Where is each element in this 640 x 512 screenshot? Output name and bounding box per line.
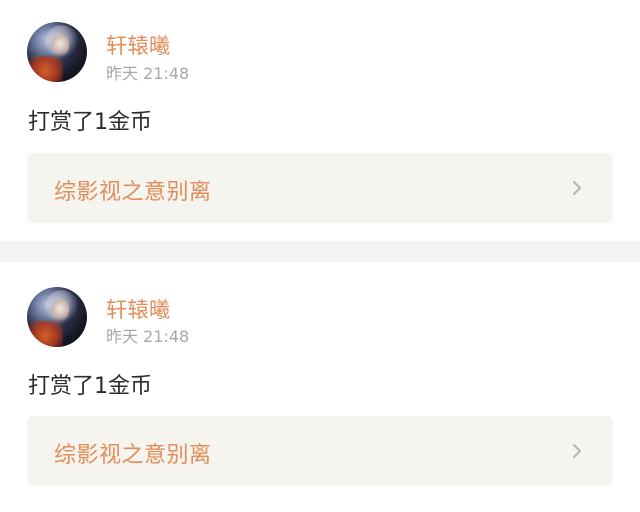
reward-action-text: 打赏了1金币 xyxy=(28,110,152,135)
avatar-face xyxy=(51,299,69,323)
book-title: 综影视之意别离 xyxy=(54,180,212,205)
avatar-glow xyxy=(27,56,63,82)
chevron-right-icon xyxy=(572,443,582,459)
book-title: 综影视之意别离 xyxy=(54,443,212,468)
reward-feed-item: 轩辕曦 昨天 21:48 打赏了1金币 综影视之意别离 xyxy=(0,262,640,512)
reward-feed-item: 轩辕曦 昨天 21:48 打赏了1金币 综影视之意别离 xyxy=(0,0,640,250)
book-card[interactable]: 综影视之意别离 xyxy=(27,416,613,486)
avatar-face xyxy=(51,34,69,58)
avatar[interactable] xyxy=(27,22,87,82)
book-card[interactable]: 综影视之意别离 xyxy=(27,153,613,223)
timestamp: 昨天 21:48 xyxy=(106,327,190,346)
timestamp: 昨天 21:48 xyxy=(106,64,190,83)
user-name[interactable]: 轩辕曦 xyxy=(106,294,171,324)
avatar-glow xyxy=(27,321,63,347)
user-name[interactable]: 轩辕曦 xyxy=(106,30,171,60)
chevron-right-icon xyxy=(572,180,582,196)
section-separator xyxy=(0,241,640,262)
reward-action-text: 打赏了1金币 xyxy=(28,374,152,399)
avatar[interactable] xyxy=(27,287,87,347)
